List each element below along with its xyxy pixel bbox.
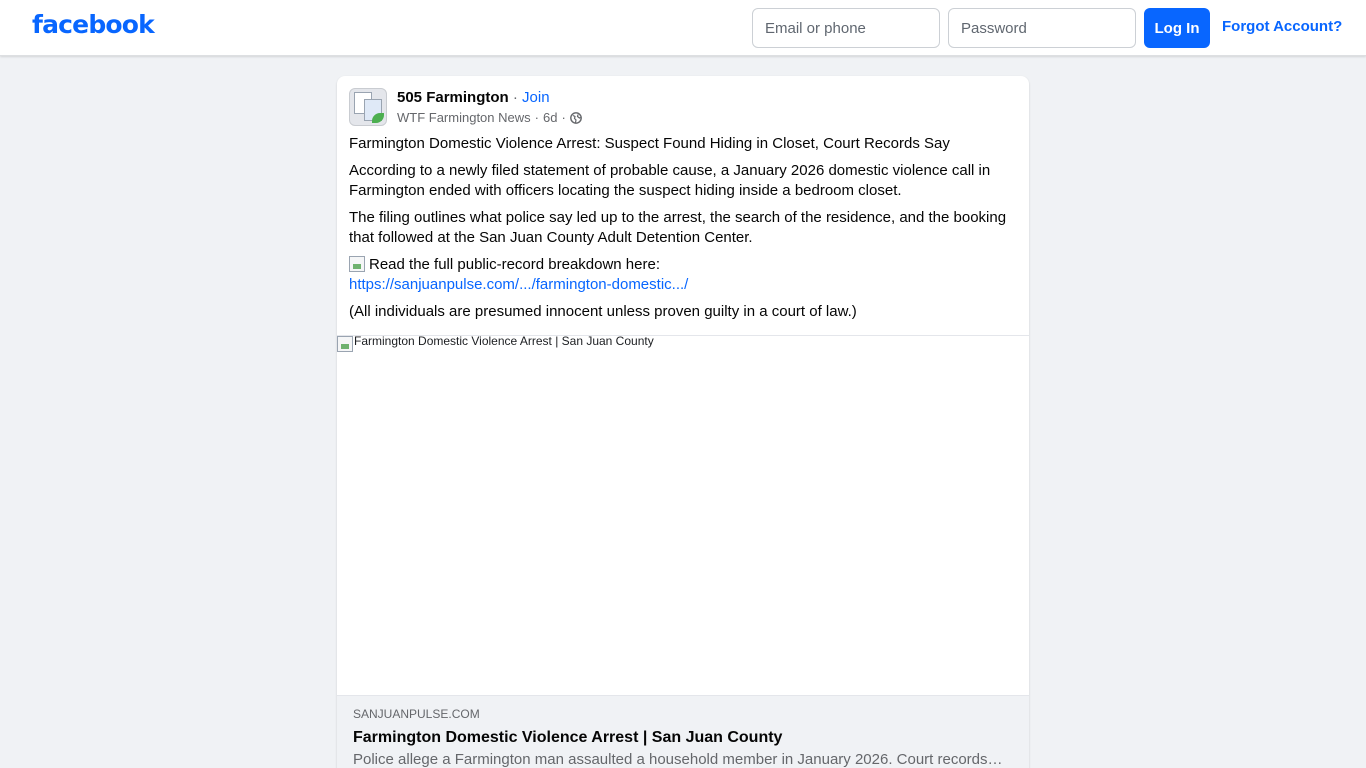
post-meta: WTF Farmington News · 6d · <box>397 110 582 125</box>
link-preview-title: Farmington Domestic Violence Arrest | Sa… <box>353 729 783 746</box>
post-card: 505 Farmington · Join WTF Farmington New… <box>337 76 1029 768</box>
post-text: Farmington Domestic Violence Arrest: Sus… <box>349 134 1015 329</box>
post-header-title: 505 Farmington · Join <box>397 89 550 106</box>
link-preview[interactable]: SANJUANPULSE.COM Farmington Domestic Vio… <box>337 695 1029 768</box>
email-field[interactable] <box>752 8 940 48</box>
author-name[interactable]: WTF Farmington News <box>397 110 531 125</box>
separator: · <box>512 89 518 106</box>
meta-separator: · <box>534 110 539 125</box>
post-age[interactable]: 6d <box>543 110 557 125</box>
broken-image-icon <box>337 336 353 352</box>
read-more-paragraph: Read the full public-record breakdown he… <box>349 255 1015 295</box>
forgot-account-link[interactable]: Forgot Account? <box>1222 18 1342 35</box>
broken-image-icon <box>349 256 365 272</box>
globe-icon <box>569 111 582 124</box>
image-alt-text: Farmington Domestic Violence Arrest | Sa… <box>354 334 654 348</box>
article-link[interactable]: https://sanjuanpulse.com/.../farmington-… <box>349 276 688 293</box>
link-preview-description: Police allege a Farmington man assaulted… <box>353 751 1003 768</box>
read-more-text: Read the full public-record breakdown he… <box>369 256 660 273</box>
post-image[interactable]: Farmington Domestic Violence Arrest | Sa… <box>337 335 1029 695</box>
post-paragraph: According to a newly filed statement of … <box>349 162 991 199</box>
join-link[interactable]: Join <box>522 89 550 106</box>
login-button[interactable]: Log In <box>1144 8 1210 48</box>
post-headline: Farmington Domestic Violence Arrest: Sus… <box>349 135 950 152</box>
password-field[interactable] <box>948 8 1136 48</box>
meta-separator: · <box>561 110 566 125</box>
top-bar: facebook Log In Forgot Account? <box>0 0 1366 56</box>
broken-image: Farmington Domestic Violence Arrest | Sa… <box>337 334 654 352</box>
group-name-link[interactable]: 505 Farmington <box>397 89 509 106</box>
link-preview-domain: SANJUANPULSE.COM <box>353 707 480 721</box>
post-paragraph: The filing outlines what police say led … <box>349 209 1007 246</box>
group-avatar[interactable] <box>349 88 387 126</box>
disclaimer: (All individuals are presumed innocent u… <box>349 303 857 320</box>
facebook-logo[interactable]: facebook <box>32 10 155 39</box>
